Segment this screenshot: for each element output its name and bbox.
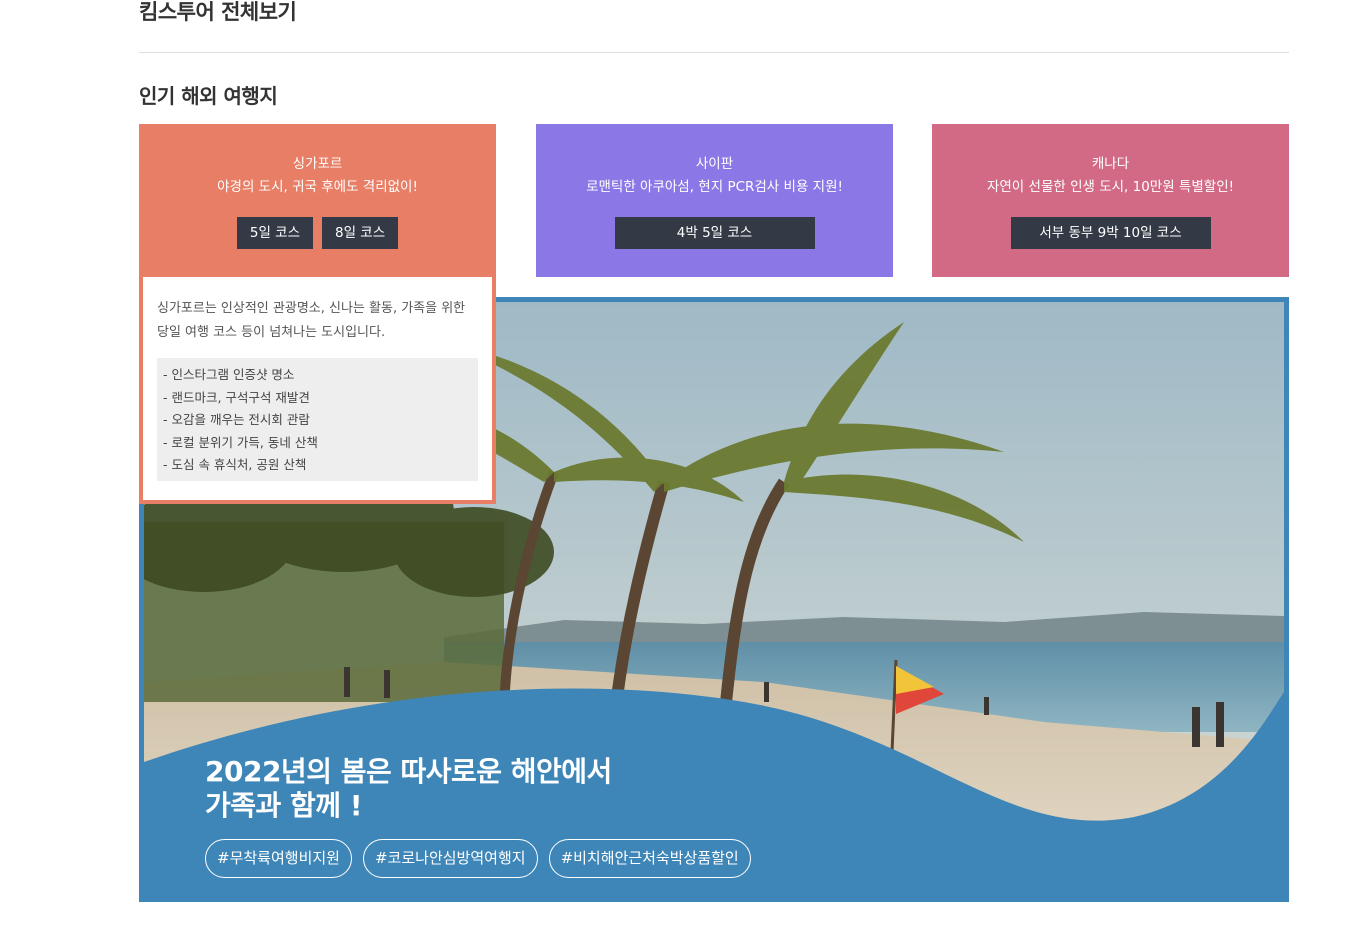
- list-item: - 랜드마크, 구석구석 재발견: [163, 389, 310, 405]
- detail-intro: 싱가포르는 인상적인 관광명소, 신나는 활동, 가족을 위한 당일 여행 코스…: [157, 301, 466, 340]
- list-item: - 로컬 분위기 가득, 동네 산책: [163, 434, 318, 450]
- hero-headline: 2022년의 봄은 따사로운 해안에서 가족과 함께 !: [205, 755, 612, 823]
- hashtag-beach-hotel-discount[interactable]: #비치해안근처숙박상품할인: [548, 839, 751, 878]
- page-header: 킴스투어 전체보기: [139, 0, 1289, 53]
- course-9n10d-button[interactable]: 서부 동부 9박 10일 코스: [1010, 217, 1211, 249]
- course-8day-button[interactable]: 8일 코스: [322, 217, 399, 249]
- destination-card-singapore[interactable]: 싱가포르 야경의 도시, 귀국 후에도 격리없이! 5일 코스 8일 코스: [139, 124, 496, 277]
- list-item: - 인스타그램 인증샷 명소: [163, 367, 295, 382]
- list-item: - 오감을 깨우는 전시회 관람: [163, 412, 310, 428]
- course-5day-button[interactable]: 5일 코스: [236, 217, 313, 249]
- list-item: - 도심 속 휴식처, 공원 산책: [163, 457, 307, 473]
- detail-highlights: - 인스타그램 인증샷 명소 - 랜드마크, 구석구석 재발견 - 오감을 깨우…: [157, 358, 478, 481]
- course-4n5d-button[interactable]: 4박 5일 코스: [614, 217, 815, 249]
- card-desc: 로맨틱한 아쿠아섬, 현지 PCR검사 비용 지원!: [586, 179, 843, 195]
- hashtag-no-landing-flight[interactable]: #무착륙여행비지원: [205, 839, 352, 878]
- singapore-detail-panel: 싱가포르는 인상적인 관광명소, 신나는 활동, 가족을 위한 당일 여행 코스…: [139, 277, 496, 504]
- hashtag-list: #무착륙여행비지원 #코로나안심방역여행지 #비치해안근처숙박상품할인: [205, 839, 751, 878]
- card-name: 싱가포르: [292, 156, 343, 172]
- card-desc: 야경의 도시, 귀국 후에도 격리없이!: [217, 179, 418, 195]
- section-title: 인기 해외 여행지: [139, 84, 278, 108]
- card-name: 사이판: [695, 156, 734, 172]
- hero-headline-line1: 2022년의 봄은 따사로운 해안에서: [205, 755, 612, 788]
- card-desc: 자연이 선물한 인생 도시, 10만원 특별할인!: [986, 179, 1235, 195]
- hashtag-covid-safe[interactable]: #코로나안심방역여행지: [362, 839, 538, 878]
- destination-card-saipan[interactable]: 사이판 로맨틱한 아쿠아섬, 현지 PCR검사 비용 지원! 4박 5일 코스: [536, 124, 893, 277]
- page-title: 킴스투어 전체보기: [139, 0, 297, 24]
- destination-card-canada[interactable]: 캐나다 자연이 선물한 인생 도시, 10만원 특별할인! 서부 동부 9박 1…: [932, 124, 1289, 277]
- hero-headline-line2: 가족과 함께 !: [205, 789, 363, 822]
- card-name: 캐나다: [1091, 156, 1130, 172]
